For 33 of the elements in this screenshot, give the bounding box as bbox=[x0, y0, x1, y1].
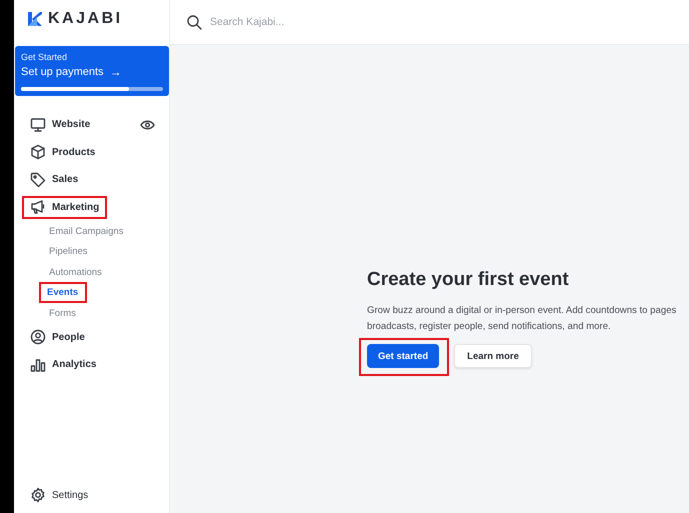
brand-name: KAJABI bbox=[48, 10, 123, 28]
settings-item[interactable]: Settings bbox=[22, 482, 169, 509]
nav-subitem[interactable]: Events bbox=[39, 282, 88, 303]
setup-card[interactable]: Get Started Set up payments → bbox=[15, 46, 169, 96]
eye-icon[interactable] bbox=[140, 120, 155, 130]
description-text: Grow buzz around a digital or in-person event. Add countdowns to pages bbox=[367, 304, 676, 318]
gear-icon bbox=[30, 487, 46, 504]
nav-item[interactable]: People bbox=[22, 323, 93, 351]
nav-item[interactable]: Sales bbox=[22, 166, 86, 194]
get-started-button[interactable]: Get started bbox=[367, 344, 440, 368]
setup-label: Get Started bbox=[21, 52, 68, 62]
nav-subitem[interactable]: Automations bbox=[46, 262, 105, 282]
nav-item[interactable]: Marketing bbox=[22, 196, 108, 218]
setup-title: Set up payments bbox=[21, 66, 104, 78]
description-text: broadcasts, register people, send notifications, and more. bbox=[367, 320, 612, 334]
nav-subitem[interactable]: Email Campaigns bbox=[46, 220, 126, 242]
nav-item[interactable]: Website bbox=[22, 111, 98, 138]
tag-icon bbox=[30, 172, 46, 188]
nav-subitem[interactable]: Pipelines bbox=[46, 241, 91, 262]
nav-subitem[interactable]: Forms bbox=[46, 302, 79, 324]
box-icon bbox=[30, 144, 46, 160]
arrow-icon: → bbox=[110, 65, 122, 79]
bar-chart-icon bbox=[30, 356, 46, 373]
learn-more-button[interactable]: Learn more bbox=[454, 344, 532, 368]
search-icon bbox=[186, 14, 202, 30]
empty-state-title: Create your first event bbox=[367, 269, 570, 291]
person-icon bbox=[30, 329, 46, 346]
megaphone-icon bbox=[30, 199, 46, 215]
nav-item[interactable]: Products bbox=[22, 138, 104, 166]
monitor-icon bbox=[30, 116, 46, 133]
search-field[interactable]: Search Kajabi... bbox=[208, 15, 408, 29]
nav-item[interactable]: Analytics bbox=[22, 350, 104, 378]
logo-icon bbox=[28, 12, 42, 26]
